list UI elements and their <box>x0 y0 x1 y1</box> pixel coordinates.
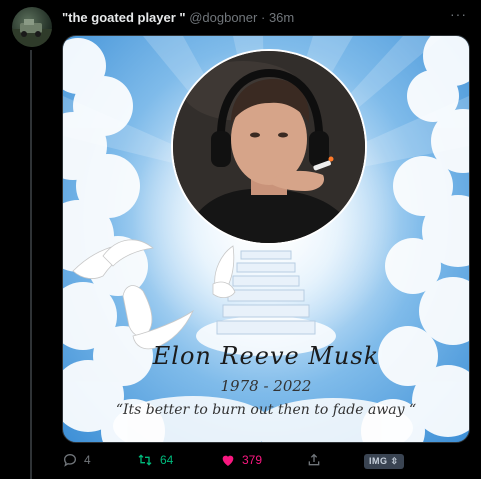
separator: · <box>260 10 266 25</box>
reply-icon <box>63 453 77 467</box>
like-count: 379 <box>242 453 263 467</box>
memorial-name: Elon Reeve Musk <box>152 342 380 370</box>
memorial-dates: 1978 - 2022 <box>220 377 312 395</box>
heart-icon <box>222 455 234 466</box>
display-name[interactable]: "the goated player " <box>62 10 186 25</box>
tweet-actions: 4 64 379 IMG ⇳ <box>62 452 468 472</box>
share-icon <box>308 453 320 466</box>
reply-button[interactable]: 4 <box>62 452 91 468</box>
retweet-count: 64 <box>160 453 174 467</box>
tweet-media-image[interactable]: Elon Reeve Musk 1978 - 2022 “Its better … <box>62 35 470 443</box>
more-icon[interactable]: ··· <box>450 6 467 22</box>
avatar[interactable] <box>12 7 52 47</box>
tweet-header: "the goated player " @dogboner · 36m <box>62 10 294 25</box>
retweet-button[interactable]: 64 <box>136 452 173 468</box>
user-handle[interactable]: @dogboner <box>189 10 257 25</box>
timestamp[interactable]: 36m <box>269 10 294 25</box>
thread-line <box>30 50 32 479</box>
avatar-image <box>12 19 52 47</box>
img-badge[interactable]: IMG ⇳ <box>364 454 404 469</box>
memorial-portrait <box>171 49 367 245</box>
memorial-quote: “Its better to burn out then to fade awa… <box>115 402 417 418</box>
retweet-icon <box>138 454 152 466</box>
like-button[interactable]: 379 <box>220 452 262 468</box>
reply-count: 4 <box>84 453 91 467</box>
share-button[interactable] <box>306 452 322 468</box>
